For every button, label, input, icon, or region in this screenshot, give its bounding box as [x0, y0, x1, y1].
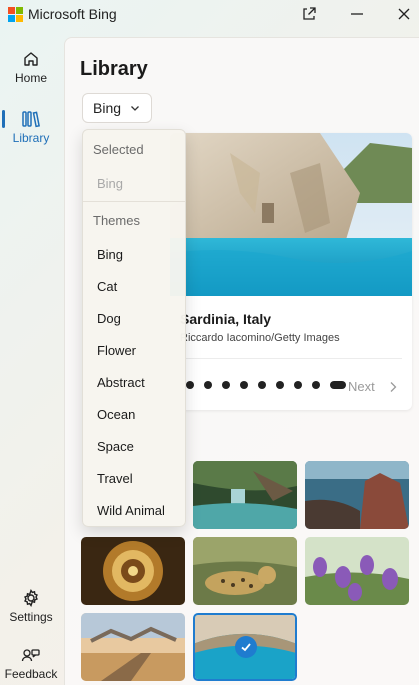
minimize-icon — [351, 13, 363, 15]
library-icon — [22, 111, 40, 128]
microsoft-logo-icon — [8, 7, 23, 22]
divider — [180, 358, 402, 359]
nav-home-label: Home — [14, 71, 47, 85]
carousel-dot[interactable] — [204, 381, 212, 389]
theme-dropdown-menu: Selected Bing Themes Bing Cat Dog Flower… — [82, 129, 186, 527]
nav-library[interactable]: Library — [0, 110, 62, 145]
theme-option[interactable]: Dog — [97, 311, 183, 326]
page-title: Library — [80, 58, 148, 80]
theme-option[interactable]: Ocean — [97, 407, 183, 422]
theme-option[interactable]: Bing — [97, 247, 183, 262]
carousel-dot[interactable] — [294, 381, 302, 389]
theme-option[interactable]: Flower — [97, 343, 183, 358]
featured-image[interactable] — [170, 133, 412, 296]
featured-title: Sardinia, Italy — [180, 311, 272, 327]
title-bar: Microsoft Bing — [0, 0, 419, 30]
minimize-button[interactable] — [337, 0, 377, 28]
nav-library-label: Library — [12, 131, 50, 145]
gear-icon — [24, 588, 38, 608]
close-icon — [398, 8, 410, 20]
carousel-dot[interactable] — [330, 381, 346, 389]
feedback-icon — [21, 649, 40, 662]
chevron-right-icon[interactable] — [388, 381, 398, 393]
thumb-waterfall[interactable] — [193, 461, 297, 529]
share-button[interactable] — [289, 0, 329, 28]
home-icon — [24, 52, 38, 66]
thumb-dome-ceiling[interactable] — [81, 537, 185, 605]
thumb-leopard[interactable] — [193, 537, 297, 605]
nav-settings[interactable]: Settings — [0, 588, 62, 624]
theme-option[interactable]: Abstract — [97, 375, 183, 390]
dropdown-selected-value: Bing — [97, 176, 124, 191]
featured-credit: Riccardo Iacomino/Getty Images — [180, 332, 340, 344]
nav-feedback-label: Feedback — [4, 667, 58, 681]
theme-filter-value: Bing — [93, 100, 122, 116]
thumb-boardwalk[interactable] — [81, 613, 185, 681]
dropdown-selected-header: Selected — [93, 142, 144, 157]
check-icon — [241, 643, 251, 652]
close-button[interactable] — [384, 0, 419, 28]
carousel-dot[interactable] — [186, 381, 194, 389]
thumb-sea-cave[interactable] — [193, 613, 297, 681]
dropdown-themes-header: Themes — [93, 213, 140, 228]
share-icon — [303, 7, 316, 20]
thumb-rocky-coast[interactable] — [305, 461, 409, 529]
app-title: Microsoft Bing — [28, 6, 117, 22]
theme-option[interactable]: Wild Animal — [97, 503, 183, 518]
featured-card[interactable]: Sardinia, Italy Riccardo Iacomino/Getty … — [170, 133, 412, 410]
nav-home[interactable]: Home — [0, 50, 62, 85]
carousel-dot[interactable] — [222, 381, 230, 389]
next-button[interactable]: Next — [348, 379, 375, 394]
carousel-dot[interactable] — [312, 381, 320, 389]
selected-check-badge — [235, 636, 257, 658]
carousel-dot[interactable] — [240, 381, 248, 389]
thumb-purple-flowers[interactable] — [305, 537, 409, 605]
carousel-dot[interactable] — [258, 381, 266, 389]
theme-option[interactable]: Space — [97, 439, 183, 454]
carousel-dots — [186, 381, 346, 389]
carousel-dot[interactable] — [276, 381, 284, 389]
dropdown-separator — [83, 201, 185, 202]
nav-feedback[interactable]: Feedback — [0, 648, 62, 681]
theme-option[interactable]: Travel — [97, 471, 183, 486]
nav-settings-label: Settings — [9, 610, 53, 624]
theme-filter-dropdown[interactable]: Bing — [82, 93, 152, 123]
chevron-down-icon — [131, 106, 139, 111]
theme-option[interactable]: Cat — [97, 279, 183, 294]
